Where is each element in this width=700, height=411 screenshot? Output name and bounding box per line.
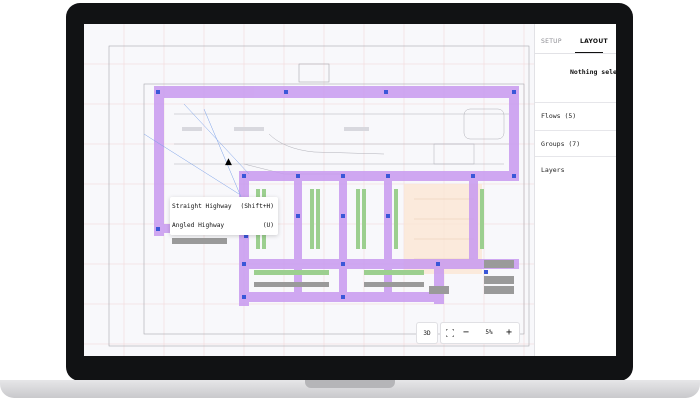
tab-divider	[535, 53, 616, 54]
menu-item-angled-highway[interactable]: Angled Highway (U)	[170, 217, 278, 235]
menu-item-shortcut: (U)	[262, 222, 274, 229]
zoom-out-button[interactable]: −	[459, 322, 473, 342]
floorplan-drawing	[84, 24, 534, 356]
section-groups[interactable]: Groups (7)	[535, 130, 616, 157]
menu-item-label: Angled Highway	[172, 222, 225, 229]
app-screen: ▲ SETUP LAYOUT Nothing sele Flows (5) Gr…	[84, 24, 616, 356]
mouse-pointer-icon: ▲	[225, 157, 232, 167]
layout-canvas[interactable]: ▲	[84, 24, 534, 356]
section-layers-label: Layers	[541, 166, 565, 174]
panel-tabs: SETUP LAYOUT	[535, 24, 616, 58]
section-flows[interactable]: Flows (5)	[535, 102, 616, 129]
fit-screen-icon	[446, 329, 454, 337]
view-3d-button[interactable]: 3D	[416, 322, 438, 344]
section-groups-label: Groups (7)	[541, 140, 581, 148]
menu-item-shortcut: (Shift+H)	[240, 203, 274, 210]
menu-item-label: Straight Highway	[172, 203, 232, 210]
tab-setup[interactable]: SETUP	[541, 38, 562, 45]
tab-layout[interactable]: LAYOUT	[580, 38, 608, 45]
properties-panel: SETUP LAYOUT Nothing sele Flows (5) Grou…	[534, 24, 616, 356]
section-flows-label: Flows (5)	[541, 112, 577, 120]
zoom-level: 5%	[485, 328, 493, 336]
zoom-in-button[interactable]: +	[502, 322, 516, 342]
laptop-notch	[305, 380, 395, 388]
menu-item-straight-highway[interactable]: Straight Highway (Shift+H)	[170, 198, 278, 216]
fit-screen-button[interactable]	[440, 322, 459, 344]
selection-status: Nothing sele	[570, 68, 616, 76]
highway-context-menu: Straight Highway (Shift+H) Angled Highwa…	[170, 197, 278, 235]
section-layers[interactable]: Layers	[535, 156, 616, 183]
